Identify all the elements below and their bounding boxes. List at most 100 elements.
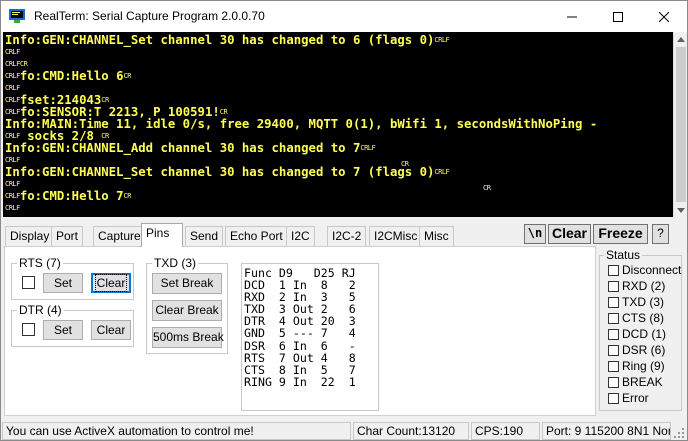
- resize-grip-icon[interactable]: [674, 428, 685, 439]
- tab-i2cmisc[interactable]: I2CMisc: [369, 226, 423, 246]
- char-count: Char Count:13120: [353, 422, 469, 440]
- control-char-marker: CRLF: [5, 108, 20, 116]
- status-indicator: [608, 297, 619, 308]
- 500ms-break-button[interactable]: 500ms Break: [152, 327, 224, 348]
- status-label: Disconnect: [622, 263, 682, 277]
- status-label: Error: [622, 391, 649, 405]
- rts-clear-button[interactable]: Clear: [91, 273, 131, 293]
- pin-table-row: RING 9 In 22 1: [244, 374, 356, 389]
- rts-group: RTS (7) Set Clear: [11, 256, 134, 300]
- status-txd-3: TXD (3): [608, 296, 664, 310]
- status-indicator: [608, 345, 619, 356]
- status-label: CTS (8): [622, 311, 664, 325]
- tab-display[interactable]: Display: [5, 226, 55, 246]
- dtr-clear-label: Clear: [96, 323, 126, 337]
- status-bar: You can use ActiveX automation to contro…: [1, 420, 687, 440]
- status-message: You can use ActiveX automation to contro…: [2, 422, 351, 440]
- terminal-line: Info:GEN:CHANNEL_Set channel 30 has chan…: [5, 166, 673, 178]
- close-icon: [659, 11, 669, 22]
- status-disconnect: Disconnect: [608, 264, 681, 278]
- status-group-title: Status: [604, 248, 643, 262]
- status-indicator: [608, 281, 619, 292]
- terminal-text: Info:GEN:CHANNEL_Add channel 30 has chan…: [5, 141, 361, 155]
- txd-group-title: TXD (3): [152, 256, 198, 270]
- status-label: RXD (2): [622, 279, 666, 293]
- control-char-marker: CRLF: [5, 96, 20, 104]
- title-bar[interactable]: RealTerm: Serial Capture Program 2.0.0.7…: [1, 1, 687, 32]
- tab-misc[interactable]: Misc: [419, 226, 454, 246]
- scroll-down-icon[interactable]: [674, 203, 687, 217]
- dtr-set-button[interactable]: Set: [43, 320, 83, 340]
- terminal-text: fo:CMD:Hello 7: [19, 189, 124, 203]
- status-ring-9: Ring (9): [608, 360, 665, 374]
- terminal-line: Info:GEN:CHANNEL_Set channel 30 has chan…: [5, 34, 673, 46]
- txd-group: TXD (3) Set Break Clear Break 500ms Brea…: [146, 256, 228, 354]
- close-button[interactable]: [641, 1, 687, 32]
- set-break-button[interactable]: Set Break: [152, 273, 222, 294]
- tab-pins[interactable]: Pins: [141, 223, 183, 247]
- terminal-line: CRLF: [5, 46, 673, 58]
- tab-i2c[interactable]: I2C: [286, 226, 315, 246]
- tab-port[interactable]: Port: [51, 226, 84, 246]
- control-char-marker: CR: [101, 132, 109, 140]
- clear-terminal-button[interactable]: Clear: [548, 224, 591, 244]
- status-break: BREAK: [608, 376, 663, 390]
- status-label: DCD (1): [622, 327, 666, 341]
- dtr-checkbox[interactable]: [22, 323, 35, 336]
- pin-table: Func D9 D25 RJ DCD 1 In 8 2 RXD 2 In 3 5 TX…: [241, 263, 379, 411]
- tab-echo-port[interactable]: Echo Port: [225, 226, 288, 246]
- dtr-clear-button[interactable]: Clear: [91, 320, 131, 340]
- scroll-up-icon[interactable]: [674, 32, 687, 46]
- control-char-marker: CRLFCR: [5, 216, 28, 217]
- pin-table-row: DSR 6 In 6 -: [244, 338, 356, 353]
- status-dcd-1: DCD (1): [608, 328, 666, 342]
- terminal-text: Info:GEN:CHANNEL_Set channel 30 has chan…: [5, 165, 435, 179]
- newline-button[interactable]: \n: [524, 224, 546, 244]
- rts-group-title: RTS (7): [17, 256, 63, 270]
- terminal-scrollbar[interactable]: [673, 32, 687, 217]
- status-indicator: [608, 313, 619, 324]
- status-indicator: [608, 265, 619, 276]
- control-char-marker: CR: [101, 96, 109, 104]
- status-group: Status Disconnect RXD (2) TXD (3) CTS (8) DC…: [599, 248, 682, 411]
- tab-i2c-2[interactable]: I2C-2: [327, 226, 367, 246]
- control-char-marker: CRLF: [5, 192, 20, 200]
- rts-checkbox[interactable]: [22, 276, 35, 289]
- control-char-marker: CRLF: [5, 132, 20, 140]
- status-label: BREAK: [622, 375, 663, 389]
- status-cts-8: CTS (8): [608, 312, 664, 326]
- pin-table-row: RTS 7 Out 4 8: [244, 350, 356, 365]
- terminal-text: fo:CMD:Hello 6: [19, 69, 124, 83]
- rts-set-button[interactable]: Set: [43, 273, 83, 293]
- control-char-marker: CRLF: [5, 48, 20, 56]
- control-char-marker: CRLF: [5, 180, 20, 188]
- minimize-button[interactable]: [549, 1, 595, 32]
- port-info: Port: 9 115200 8N1 Non: [542, 422, 671, 440]
- control-char-marker: CRLF: [5, 84, 20, 92]
- terminal-line: CRLFfo:CMD:Hello 6CR: [5, 70, 673, 82]
- pins-panel: RTS (7) Set Clear DTR (4) Set Clear TXD …: [4, 246, 596, 416]
- terminal-line: Info:MAIN:Time 11, idle 0/s, free 29400,…: [5, 118, 673, 130]
- cps: CPS:190: [471, 422, 540, 440]
- tab-capture[interactable]: Capture: [93, 226, 146, 246]
- maximize-button[interactable]: [595, 1, 641, 32]
- freeze-button[interactable]: Freeze: [593, 224, 648, 244]
- control-char-marker: CRLF: [360, 144, 376, 152]
- dtr-group-title: DTR (4): [17, 303, 64, 317]
- control-char-marker: CRLFCR: [5, 60, 28, 68]
- window-title: RealTerm: Serial Capture Program 2.0.0.7…: [34, 9, 265, 23]
- realterm-window: RealTerm: Serial Capture Program 2.0.0.7…: [0, 0, 688, 441]
- maximize-icon: [613, 11, 623, 22]
- control-char-marker: CRLF: [434, 168, 450, 176]
- terminal-output[interactable]: Info:GEN:CHANNEL_Set channel 30 has chan…: [3, 32, 673, 217]
- control-char-marker: CRLF: [434, 36, 450, 44]
- app-icon: [9, 9, 25, 23]
- scroll-thumb[interactable]: [676, 47, 686, 202]
- help-button[interactable]: ?: [652, 224, 669, 244]
- status-label: DSR (6): [622, 343, 666, 357]
- clear-break-button[interactable]: Clear Break: [152, 300, 222, 321]
- minimize-icon: [567, 16, 577, 17]
- control-char-marker: CRLF: [5, 156, 20, 164]
- dtr-set-label: Set: [53, 323, 72, 337]
- tab-send[interactable]: Send: [185, 226, 224, 246]
